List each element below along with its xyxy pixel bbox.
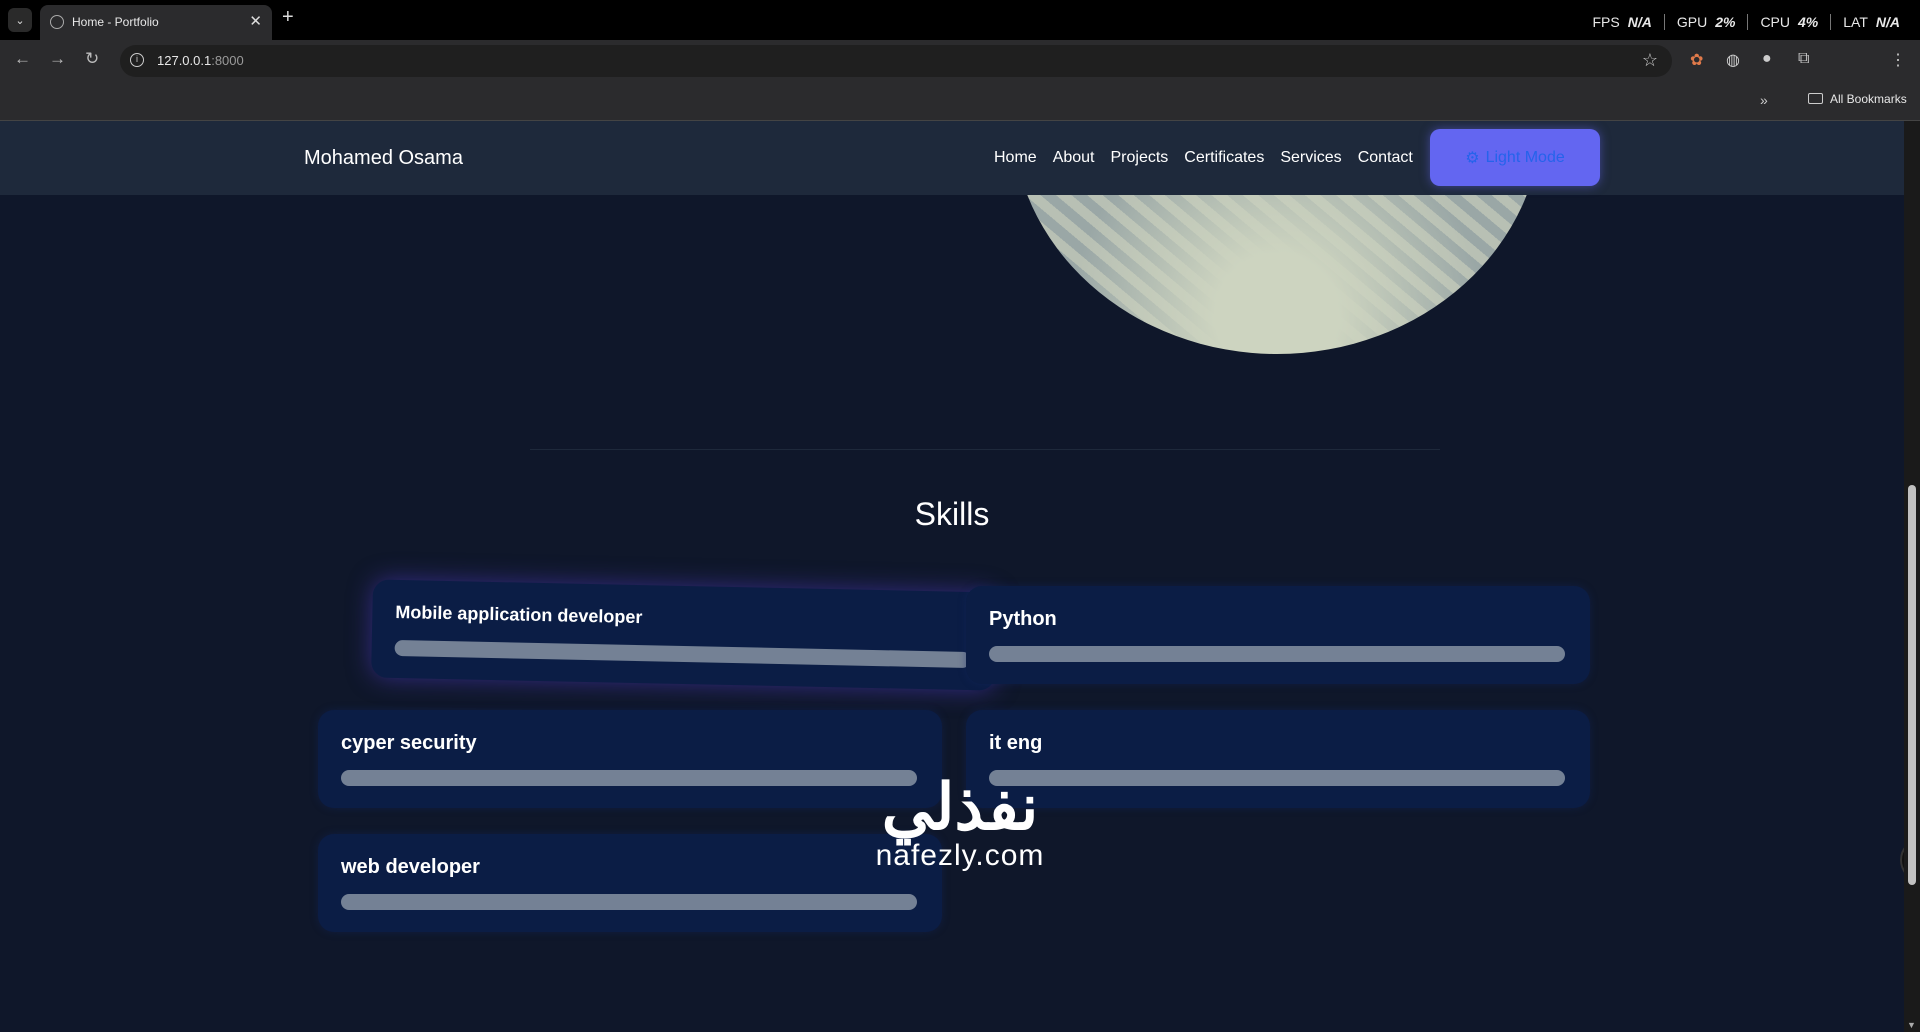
gear-icon: ⚙ (1465, 149, 1480, 167)
skill-card[interactable]: Python (966, 586, 1590, 684)
skill-name: Mobile application developer (395, 601, 643, 628)
nav-contact[interactable]: Contact (1358, 149, 1413, 167)
all-bookmarks-link[interactable]: All Bookmarks (1830, 92, 1907, 106)
skill-progress-bar (394, 639, 971, 669)
extension-icon[interactable]: ✿ (1690, 50, 1703, 70)
globe-extension-icon[interactable]: ◍ (1726, 50, 1740, 70)
perf-gpu: GPU 2% (1665, 14, 1749, 30)
perf-lat: LAT N/A (1843, 14, 1900, 30)
browser-tab-bar: ⌄ Home - Portfolio ✕ + FPS N/A GPU 2% CPU 4… (0, 0, 1920, 40)
globe-icon (50, 15, 64, 29)
site-navbar: Mohamed Osama Home About Projects Certif… (0, 121, 1904, 195)
page-scrollbar[interactable]: ▼ (1904, 121, 1920, 1032)
performance-overlay: FPS N/A GPU 2% CPU 4% LAT N/A (1581, 14, 1900, 30)
browser-toolbar: ← → ↻ i 127.0.0.1:8000 ☆ ✿ ◍ ● ⧉ ⋮ (0, 40, 1920, 82)
perf-cpu: CPU 4% (1748, 14, 1832, 30)
scroll-down-icon[interactable]: ▼ (1907, 1020, 1916, 1030)
page-viewport: Mohamed Osama Home About Projects Certif… (0, 121, 1904, 1032)
browser-tab[interactable]: Home - Portfolio ✕ (40, 5, 272, 40)
back-icon[interactable]: ← (14, 49, 31, 69)
tab-search-button[interactable]: ⌄ (8, 8, 32, 32)
skill-card[interactable]: Mobile application developer (371, 579, 997, 691)
site-brand[interactable]: Mohamed Osama (304, 147, 463, 170)
address-bar[interactable]: i 127.0.0.1:8000 ☆ (120, 45, 1672, 77)
bookmark-star-icon[interactable]: ☆ (1642, 50, 1658, 71)
scrollbar-thumb[interactable] (1908, 485, 1916, 885)
skill-name: it eng (989, 732, 1043, 754)
url-text[interactable]: 127.0.0.1:8000 (157, 53, 244, 68)
new-tab-button[interactable]: + (282, 6, 294, 29)
nav-projects[interactable]: Projects (1111, 149, 1169, 167)
skill-progress-bar (341, 770, 917, 786)
menu-dots-icon[interactable]: ⋮ (1890, 50, 1906, 70)
chevron-right-icon[interactable]: » (1760, 92, 1768, 108)
skill-card[interactable]: web developer (318, 834, 942, 932)
section-divider (530, 449, 1440, 450)
nafezly-watermark: نفذلي nafezly.com (850, 775, 1070, 873)
skill-progress-bar (989, 646, 1565, 662)
light-mode-button[interactable]: ⚙ Light Mode (1430, 129, 1600, 186)
nav-services[interactable]: Services (1280, 149, 1341, 167)
skills-heading: Skills (914, 496, 990, 532)
puzzle-icon[interactable]: ⧉ (1798, 50, 1809, 68)
nav-about[interactable]: About (1053, 149, 1095, 167)
perf-fps: FPS N/A (1581, 14, 1665, 30)
watermark-latin: nafezly.com (875, 839, 1045, 872)
reload-icon[interactable]: ↻ (85, 49, 99, 69)
forward-icon[interactable]: → (49, 49, 66, 69)
skill-name: Python (989, 608, 1057, 630)
light-mode-label: Light Mode (1485, 148, 1565, 166)
skill-progress-bar (989, 770, 1565, 786)
close-icon[interactable]: ✕ (249, 12, 262, 30)
folder-icon (1808, 93, 1823, 104)
skill-name: cyper security (341, 732, 477, 754)
watermark-arabic: نفذلي (881, 771, 1039, 843)
skill-card[interactable]: cyper security (318, 710, 942, 808)
site-info-icon[interactable]: i (130, 53, 144, 67)
bookmarks-bar: » All Bookmarks (0, 82, 1920, 121)
nav-home[interactable]: Home (994, 149, 1037, 167)
tab-title: Home - Portfolio (72, 15, 159, 29)
nav-links: Home About Projects Certificates Service… (994, 149, 1413, 167)
nav-certificates[interactable]: Certificates (1184, 149, 1264, 167)
skill-progress-bar (341, 894, 917, 910)
record-extension-icon[interactable]: ● (1762, 50, 1772, 68)
skill-name: web developer (341, 856, 480, 878)
